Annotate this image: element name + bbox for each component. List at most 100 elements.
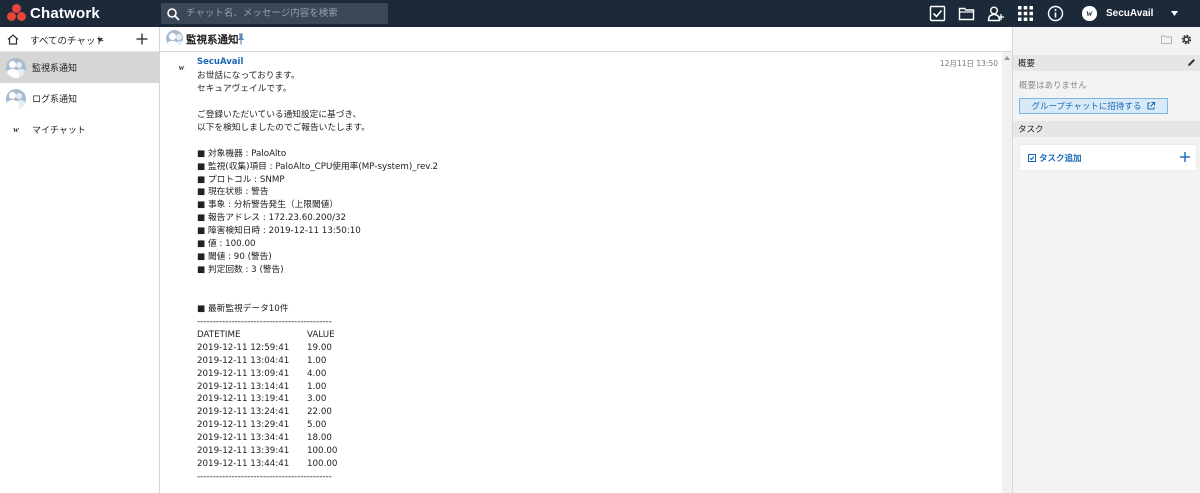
- edit-icon[interactable]: [1187, 58, 1196, 67]
- message-line: セキュアヴェイルです。: [197, 83, 292, 94]
- row-datetime: 2019-12-11 13:39:41: [197, 446, 290, 457]
- row-datetime: 2019-12-11 13:19:41: [197, 394, 290, 405]
- gear-icon[interactable]: [1181, 34, 1192, 45]
- chevron-down-icon[interactable]: [97, 38, 103, 42]
- top-bar: Chatwork w Se: [0, 0, 1200, 27]
- data-row: 2019-12-11 13:04:41 1.00: [197, 355, 977, 368]
- data-row: 2019-12-11 13:09:41 4.00: [197, 368, 977, 381]
- chatwork-logo-icon: [7, 4, 26, 23]
- message-line: ■ 障害検知日時 : 2019-12-11 13:50:10: [197, 226, 361, 237]
- scroll-up-icon[interactable]: [1004, 56, 1010, 60]
- row-datetime: 2019-12-11 13:14:41: [197, 381, 290, 392]
- apps-icon[interactable]: [1017, 5, 1034, 22]
- task-title: タスク: [1018, 125, 1044, 135]
- message-sender[interactable]: SecuAvail: [197, 57, 243, 67]
- row-datetime: 2019-12-11 13:24:41: [197, 407, 290, 418]
- room-label: マイチャット: [32, 126, 86, 136]
- row-value: 1.00: [307, 355, 327, 366]
- message-line: お世話になっております。: [197, 71, 300, 81]
- sidebar-header: すべてのチャット: [0, 27, 159, 52]
- search-input[interactable]: [180, 4, 388, 23]
- column-header-value: VALUE: [307, 329, 335, 340]
- timeline-scrollbar[interactable]: [1002, 52, 1012, 493]
- row-datetime: 2019-12-11 13:09:41: [197, 368, 290, 379]
- chatwork-logo[interactable]: Chatwork: [7, 4, 100, 23]
- add-task-label[interactable]: タスク追加: [1039, 152, 1082, 164]
- row-value: 19.00: [307, 342, 332, 353]
- group-avatar-icon: [6, 88, 26, 109]
- add-task-box[interactable]: タスク追加: [1019, 144, 1197, 171]
- room-label: 監視系通知: [32, 64, 78, 74]
- message-line: 以下を検知しましたのでご報告いたします。: [197, 122, 370, 133]
- plus-icon[interactable]: [1180, 152, 1190, 162]
- message-line: [197, 277, 977, 290]
- row-value: 22.00: [307, 407, 332, 418]
- info-icon[interactable]: [1047, 5, 1064, 22]
- external-link-icon: [1147, 102, 1156, 110]
- sender-avatar[interactable]: w: [172, 58, 191, 77]
- row-datetime: 2019-12-11 13:34:41: [197, 433, 290, 444]
- data-row: 2019-12-11 13:19:41 3.00: [197, 393, 977, 406]
- row-datetime: 2019-12-11 13:29:41: [197, 420, 290, 431]
- user-menu[interactable]: w SecuAvail: [1079, 3, 1179, 24]
- user-avatar: w: [1079, 3, 1100, 24]
- file-icon[interactable]: [958, 5, 975, 22]
- row-value: 100.00: [307, 446, 338, 457]
- message-line: ■ 対象機器 : PaloAlto: [197, 148, 287, 159]
- data-row: 2019-12-11 13:29:41 5.00: [197, 419, 977, 432]
- chat-filter-dropdown[interactable]: すべてのチャット: [30, 33, 105, 47]
- mychat-avatar: w: [6, 120, 26, 140]
- panel-toolbar: [1013, 27, 1200, 52]
- home-icon[interactable]: [7, 34, 19, 45]
- column-header-datetime: DATETIME: [197, 329, 241, 340]
- row-value: 5.00: [307, 420, 327, 431]
- sidebar-item-log[interactable]: ログ系通知: [0, 83, 159, 114]
- group-avatar-icon: [6, 57, 26, 78]
- message-line: ■ 判定回数 : 3 (警告): [197, 265, 284, 276]
- sidebar-item-mychat[interactable]: w マイチャット: [0, 114, 159, 145]
- sidebar: すべてのチャット 監視系通知 ログ系通知 w マイチャット: [0, 27, 160, 493]
- app-name: Chatwork: [30, 5, 100, 22]
- summary-empty-text: 概要はありません: [1019, 81, 1087, 91]
- row-value: 3.00: [307, 394, 327, 405]
- data-row: 2019-12-11 13:34:41 18.00: [197, 432, 977, 445]
- row-datetime: 2019-12-11 13:04:41: [197, 355, 290, 366]
- user-name: SecuAvail: [1106, 8, 1154, 19]
- add-chat-icon[interactable]: [136, 33, 148, 45]
- message-line: ■ 事象 : 分析警告発生（上限閾値）: [197, 200, 339, 211]
- search-icon: [167, 7, 180, 20]
- message-line: ご登録いただいている通知設定に基づき、: [197, 109, 362, 120]
- message-timeline[interactable]: w SecuAvail 12月11日 13:50 お世話になっております。 セキ…: [160, 52, 1012, 493]
- chat-main: 監視系通知 w w SecuAvail 12月11日 13:50 お世話になって: [160, 27, 1139, 493]
- room-label: ログ系通知: [32, 95, 78, 105]
- folder-icon[interactable]: [1161, 35, 1172, 44]
- chevron-down-icon: [1171, 11, 1179, 16]
- row-datetime: 2019-12-11 13:44:41: [197, 459, 290, 470]
- message-line: ----------------------------------------…: [197, 472, 332, 483]
- message-line: ■ 値 : 100.00: [197, 239, 256, 250]
- group-avatar-icon: [166, 30, 183, 47]
- message-body: お世話になっております。 セキュアヴェイルです。 ご登録いただいている通知設定に…: [197, 70, 977, 484]
- contacts-icon[interactable]: [987, 5, 1004, 22]
- pin-icon[interactable]: [237, 33, 245, 45]
- message-line: ■ 監視(収集)項目 : PaloAlto_CPU使用率(MP-system)_…: [197, 161, 439, 172]
- message-line: [197, 135, 977, 148]
- message-line: ■ プロトコル : SNMP: [197, 174, 285, 185]
- row-value: 100.00: [307, 459, 338, 470]
- invite-group-chat-button[interactable]: グループチャットに招待する: [1019, 98, 1168, 114]
- data-row: 2019-12-11 13:24:41 22.00: [197, 406, 977, 419]
- sidebar-item-monitoring[interactable]: 監視系通知: [0, 52, 159, 83]
- summary-section-header: 概要: [1013, 55, 1200, 71]
- row-datetime: 2019-12-11 12:59:41: [197, 342, 290, 353]
- row-value: 1.00: [307, 381, 327, 392]
- message-timestamp: 12月11日 13:50: [939, 59, 998, 68]
- message-line: ■ 現在状態 : 警告: [197, 187, 269, 198]
- data-row: 2019-12-11 13:39:41 100.00: [197, 445, 977, 458]
- search-box[interactable]: [161, 3, 388, 24]
- task-check-icon: [1028, 154, 1036, 162]
- data-row: 2019-12-11 13:14:41 1.00: [197, 381, 977, 394]
- message-line: [197, 290, 977, 303]
- row-value: 18.00: [307, 433, 332, 444]
- data-table-header: DATETIME VALUE: [197, 329, 977, 342]
- task-icon[interactable]: [929, 5, 946, 22]
